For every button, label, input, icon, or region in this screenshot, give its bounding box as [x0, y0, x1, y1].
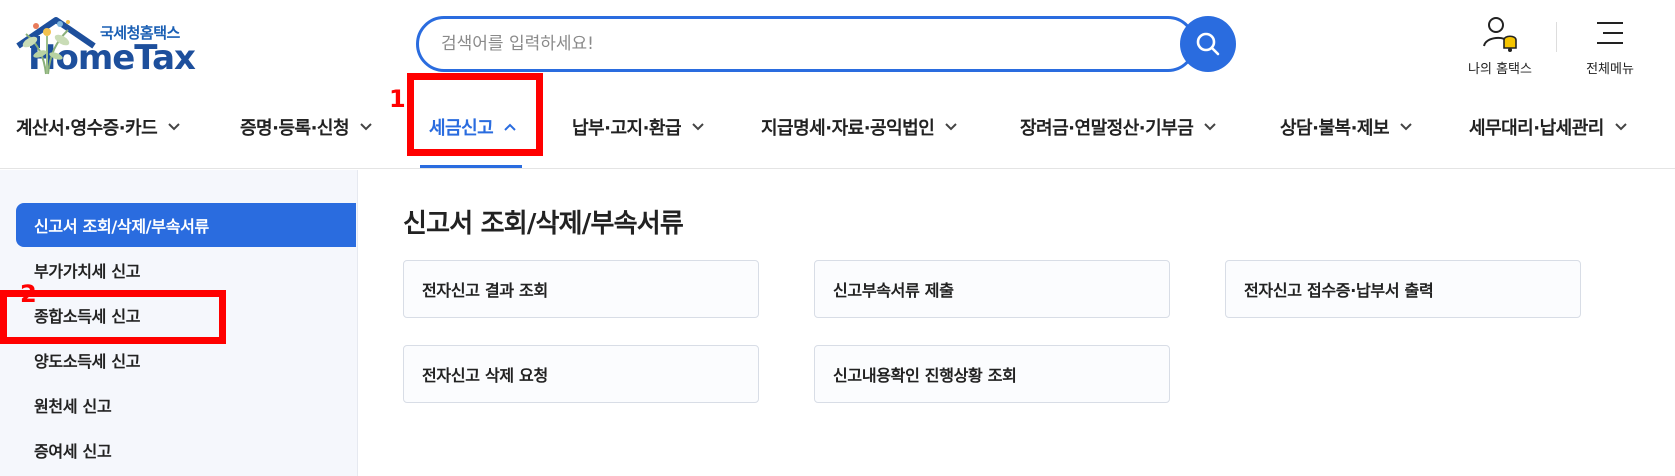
menu-card-e-filing-result[interactable]: 전자신고 결과 조회: [403, 260, 759, 318]
sidebar-item-gift-tax[interactable]: 증여세 신고: [16, 428, 356, 472]
nav-item-label: 납부·고지·환급: [572, 118, 682, 139]
nav-item-label: 장려금·연말정산·기부금: [1020, 118, 1194, 139]
menu-card-progress-inquiry[interactable]: 신고내용확인 진행상황 조회: [814, 345, 1170, 403]
menu-card-label: 신고내용확인 진행상황 조회: [833, 366, 1017, 385]
chevron-down-icon: [1614, 122, 1628, 132]
chevron-down-icon: [944, 122, 958, 132]
search-bar: [416, 16, 1236, 72]
sidebar-item-withholding-tax[interactable]: 원천세 신고: [16, 383, 356, 427]
search-button[interactable]: [1180, 16, 1236, 72]
nav-item-statement[interactable]: 지급명세·자료·공익법인: [761, 107, 958, 147]
chevron-down-icon: [167, 122, 181, 132]
sidebar-item-transfer-tax[interactable]: 양도소득세 신고: [16, 338, 356, 382]
menu-card-delete-request[interactable]: 전자신고 삭제 요청: [403, 345, 759, 403]
user-bell-icon: [1483, 17, 1517, 52]
nav-item-label: 증명·등록·신청: [240, 118, 350, 139]
nav-item-label: 지급명세·자료·공익법인: [761, 118, 935, 139]
chevron-down-icon: [1399, 122, 1413, 132]
header-divider: [1556, 22, 1557, 52]
search-icon: [1196, 32, 1220, 56]
nav-item-incentive[interactable]: 장려금·연말정산·기부금: [1020, 107, 1217, 147]
nav-item-label: 상담·불복·제보: [1280, 118, 1390, 139]
menu-card-attachment-submit[interactable]: 신고부속서류 제출: [814, 260, 1170, 318]
nav-item-certificate[interactable]: 증명·등록·신청: [240, 107, 373, 147]
annotation-number-1: 1: [389, 85, 406, 113]
chevron-down-icon: [691, 122, 705, 132]
plant-decoration-icon: [22, 20, 70, 75]
chevron-down-icon: [359, 122, 373, 132]
my-hometax-label: 나의 홈택스: [1468, 62, 1532, 77]
menu-card-label: 전자신고 결과 조회: [422, 281, 548, 300]
sidebar-item-label: 증여세 신고: [34, 442, 112, 461]
hometax-logo[interactable]: 국세청홈택스 HomeTax: [16, 16, 266, 78]
annotation-number-2: 2: [20, 280, 37, 308]
nav-item-agent[interactable]: 세무대리·납세관리: [1469, 107, 1628, 147]
active-tab-underline: [420, 165, 522, 168]
full-menu-button[interactable]: 전체메뉴: [1572, 14, 1648, 77]
main-nav: 계산서·영수증·카드 증명·등록·신청 세금신고 납부·고지·환급 지급명세·자…: [0, 95, 1675, 169]
nav-item-invoice[interactable]: 계산서·영수증·카드: [16, 107, 181, 147]
nav-item-payment[interactable]: 납부·고지·환급: [572, 107, 705, 147]
sidebar-item-label: 양도소득세 신고: [34, 352, 141, 371]
sidebar-item-vat[interactable]: 부가가치세 신고: [16, 248, 356, 292]
nav-item-label: 세무대리·납세관리: [1469, 118, 1604, 139]
header: 국세청홈택스 HomeTax 검색어를 입력하세요! 나의 홈택스 전체메뉴: [0, 0, 1675, 90]
menu-card-receipt-print[interactable]: 전자신고 접수증·납부서 출력: [1225, 260, 1581, 318]
menu-card-label: 전자신고 삭제 요청: [422, 366, 548, 385]
my-hometax-link[interactable]: 나의 홈택스: [1455, 14, 1545, 77]
nav-item-label: 계산서·영수증·카드: [16, 118, 158, 139]
sidebar-item-label: 신고서 조회/삭제/부속서류: [34, 217, 209, 236]
sidebar-item-report-inquiry[interactable]: 신고서 조회/삭제/부속서류: [16, 203, 356, 247]
menu-card-label: 신고부속서류 제출: [833, 281, 954, 300]
sidebar-item-label: 원천세 신고: [34, 397, 112, 416]
chevron-down-icon: [1203, 122, 1217, 132]
full-menu-label: 전체메뉴: [1586, 62, 1634, 77]
menu-card-label: 전자신고 접수증·납부서 출력: [1244, 281, 1434, 300]
sidebar-item-label: 부가가치세 신고: [34, 262, 141, 281]
search-input[interactable]: [416, 16, 1196, 72]
hamburger-menu-icon: [1597, 22, 1623, 44]
nav-item-consult[interactable]: 상담·불복·제보: [1280, 107, 1413, 147]
annotation-box-1: [407, 73, 543, 156]
page-title: 신고서 조회/삭제/부속서류: [403, 209, 684, 239]
